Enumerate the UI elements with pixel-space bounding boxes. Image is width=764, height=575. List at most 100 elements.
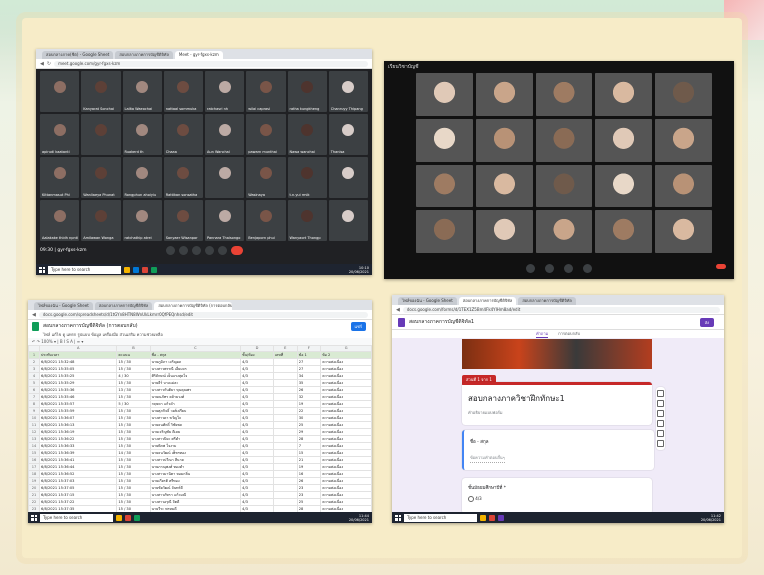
cell[interactable] — [272, 476, 298, 485]
cell[interactable]: 23 — [296, 490, 322, 499]
add-title-icon[interactable] — [657, 410, 664, 417]
cell[interactable]: 6/8/2021 15:35:57 — [38, 399, 118, 408]
title-card[interactable]: สอบกลางภาควิชาฝึกทักษะ1 คำอธิบายแบบฟอร์ม — [462, 382, 652, 425]
cell[interactable]: 6/8/2021 15:36:33 — [38, 441, 118, 450]
cell[interactable]: 6/8/2021 15:36:44 — [38, 462, 118, 471]
cell[interactable]: 15 / 30 — [116, 378, 151, 387]
participant-tile[interactable] — [81, 114, 121, 155]
tab-responses[interactable]: การตอบกลับ — [558, 330, 580, 338]
add-question-icon[interactable] — [657, 390, 664, 397]
participant-tile[interactable]: Aalakake thidh npnti — [40, 200, 80, 241]
row-number[interactable]: 15 — [28, 448, 40, 457]
add-video-icon[interactable] — [657, 430, 664, 437]
cell[interactable]: 4/3 — [240, 392, 274, 401]
cell[interactable]: ความต่อเนื่อง — [320, 483, 372, 492]
header-cell[interactable]: ข้อ 1 — [296, 350, 322, 359]
cell[interactable]: 4/3 — [240, 483, 274, 492]
participant-tile[interactable] — [475, 118, 533, 162]
cell[interactable]: 13 / 30 — [116, 385, 151, 394]
cell[interactable]: 15 / 30 — [116, 455, 151, 464]
participant-tile[interactable]: Rongphun ahoiyiu — [122, 157, 162, 198]
cell[interactable]: 6/8/2021 15:36:07 — [38, 413, 118, 422]
camera-button[interactable] — [545, 263, 554, 273]
reload-icon[interactable]: ↻ — [47, 61, 51, 67]
row-number[interactable]: 16 — [28, 455, 40, 464]
file-explorer-icon[interactable] — [124, 266, 130, 273]
cell[interactable]: นางสาวปิยะ ศรีคำ — [149, 434, 242, 443]
participant-tile[interactable] — [475, 73, 533, 116]
cell[interactable]: ความต่อเนื่อง — [320, 427, 372, 436]
cell[interactable]: 16 — [296, 469, 322, 478]
cell[interactable] — [272, 448, 298, 457]
cell[interactable]: 15 / 30 — [116, 497, 151, 506]
cell[interactable]: นายภูมิภา เจริญผล — [149, 357, 242, 366]
cell[interactable]: ความต่อเนื่อง — [320, 504, 372, 512]
cell[interactable]: 15 / 30 — [116, 469, 151, 478]
taskbar-search[interactable]: Type here to search — [404, 513, 477, 522]
cell[interactable]: 15 / 30 — [116, 462, 151, 471]
import-questions-icon[interactable] — [657, 400, 664, 407]
cell[interactable]: 4/3 — [240, 441, 274, 450]
taskbar-search[interactable]: Type here to search — [40, 513, 113, 522]
cell[interactable]: 5 / 30 — [116, 399, 151, 408]
cell[interactable]: 4/3 — [240, 455, 274, 464]
cell[interactable]: นายธนวัฒน์ เพ็ชรทอง — [149, 448, 242, 457]
participant-tile[interactable]: ratchasri nh — [205, 71, 245, 112]
cell[interactable] — [272, 469, 298, 478]
cell[interactable]: 32 — [296, 392, 322, 401]
participant-tile[interactable]: Benjaporn phui — [246, 200, 286, 241]
participant-tile[interactable]: Lalita Waeochai — [122, 71, 162, 112]
back-icon[interactable]: ◀ — [396, 307, 400, 313]
windows-start-icon[interactable] — [39, 266, 45, 273]
cell[interactable]: ความต่อเนื่อง — [320, 364, 372, 373]
participant-tile[interactable]: Nawa wanchai — [287, 114, 327, 155]
cell[interactable]: ความต่อเนื่อง — [320, 357, 372, 366]
cell[interactable]: นางสาวภัทรา แก้วมณี — [149, 490, 242, 499]
participant-tile[interactable]: nattaal sommuka — [163, 71, 203, 112]
participant-tile[interactable] — [535, 210, 593, 253]
cell[interactable]: ความต่อเนื่อง — [320, 392, 372, 401]
app-icon[interactable] — [134, 514, 140, 521]
cell[interactable]: 6/8/2021 15:36:52 — [38, 469, 118, 478]
cell[interactable]: ความต่อเนื่อง — [320, 371, 372, 380]
cell[interactable]: 6/8/2021 15:37:05 — [38, 483, 118, 492]
cell[interactable]: 4/3 — [240, 448, 274, 457]
cell[interactable]: ความต่อเนื่อง — [320, 399, 372, 408]
cell[interactable] — [272, 455, 298, 464]
cell[interactable]: 19 — [296, 462, 322, 471]
header-cell[interactable]: เลขที่ — [272, 350, 298, 359]
browser-tab[interactable]: สอบกลางภาค(ชีต) - Google Sheet — [42, 51, 114, 59]
participant-tile[interactable] — [595, 210, 653, 253]
cell[interactable]: 22 — [296, 406, 322, 415]
sheet-title[interactable]: สอบกลางภาคการบัญชีดิจิทัล (การตอบกลับ) — [43, 322, 138, 330]
cell[interactable]: 6/8/2021 15:36:41 — [38, 455, 118, 464]
cell[interactable]: 15 / 30 — [116, 364, 151, 373]
chrome-icon[interactable] — [489, 514, 495, 521]
participant-tile[interactable] — [475, 210, 533, 253]
cell[interactable]: 4/3 — [240, 420, 274, 429]
browser-tab-active[interactable]: สอบกลางภาคการบัญชีดิจิทัล — [458, 297, 517, 305]
participant-tile[interactable] — [416, 118, 473, 162]
participant-tile[interactable] — [595, 164, 653, 208]
participant-tile[interactable]: Sonyaer Wisanpor — [163, 200, 203, 241]
cell[interactable]: นางสาวดา ขวัญใจ — [149, 413, 242, 422]
cell[interactable] — [272, 364, 298, 373]
participant-tile[interactable]: apirudi kaatanti — [40, 114, 80, 155]
cell[interactable]: นายธนศักดิ์ วิชัยพล — [149, 420, 242, 429]
row-number[interactable]: 4 — [28, 371, 40, 380]
participant-tile[interactable]: Aun Wanchai — [205, 114, 245, 155]
cell[interactable]: 15 / 30 — [116, 420, 151, 429]
row-number[interactable]: 10 — [28, 413, 40, 422]
cell[interactable]: ความต่อเนื่อง — [320, 406, 372, 415]
participant-tile[interactable] — [655, 210, 712, 253]
cell[interactable]: 4/3 — [240, 364, 274, 373]
cell[interactable]: 4 / 30 — [116, 371, 151, 380]
cell[interactable]: ความต่อเนื่อง — [320, 413, 372, 422]
share-button[interactable]: แชร์ — [350, 321, 366, 331]
cell[interactable]: 4/3 — [240, 497, 274, 506]
cell[interactable]: 6/8/2021 15:37:22 — [38, 497, 118, 506]
cell[interactable]: ความต่อเนื่อง — [320, 497, 372, 506]
row-number[interactable]: 20 — [28, 483, 40, 492]
cell[interactable]: 15 / 30 — [116, 490, 151, 499]
row-number[interactable]: 6 — [28, 385, 40, 394]
